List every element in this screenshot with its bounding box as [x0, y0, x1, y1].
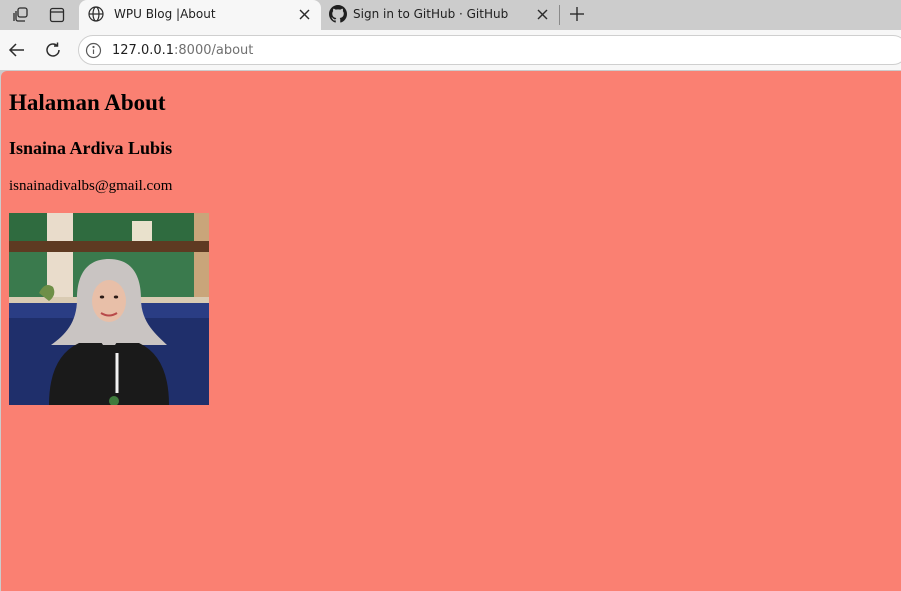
refresh-icon[interactable] — [42, 39, 64, 61]
workspaces-icon[interactable] — [10, 4, 32, 26]
page-title: Halaman About — [9, 90, 166, 115]
profile-name: Isnaina Ardiva Lubis — [9, 138, 173, 158]
tab-separator — [559, 5, 560, 25]
address-bar[interactable]: 127.0.0.1:8000/about — [78, 35, 901, 65]
tab-about[interactable]: WPU Blog |About — [79, 0, 321, 30]
profile-photo — [9, 213, 209, 405]
tab-strip: WPU Blog |About Sign in to GitHub · GitH… — [0, 0, 901, 30]
url-path: :8000/about — [174, 43, 254, 58]
browser-toolbar: 127.0.0.1:8000/about — [0, 30, 901, 70]
new-tab-icon[interactable] — [566, 3, 588, 25]
back-arrow-icon[interactable] — [6, 39, 28, 61]
close-tab-icon[interactable] — [533, 5, 551, 23]
tab-title: WPU Blog |About — [114, 7, 216, 21]
github-icon — [329, 5, 347, 23]
site-info-icon[interactable] — [85, 42, 102, 59]
close-tab-icon[interactable] — [295, 5, 313, 23]
url-text[interactable]: 127.0.0.1:8000/about — [112, 43, 253, 58]
tab-actions-icon[interactable] — [46, 4, 68, 26]
globe-icon — [87, 5, 105, 23]
page-viewport: Halaman About Isnaina Ardiva Lubis isnai… — [1, 71, 901, 591]
url-host: 127.0.0.1 — [112, 43, 175, 58]
tab-github[interactable]: Sign in to GitHub · GitHub — [321, 0, 559, 30]
tab-title: Sign in to GitHub · GitHub — [353, 7, 509, 21]
profile-email: isnainadivalbs@gmail.com — [9, 178, 173, 194]
